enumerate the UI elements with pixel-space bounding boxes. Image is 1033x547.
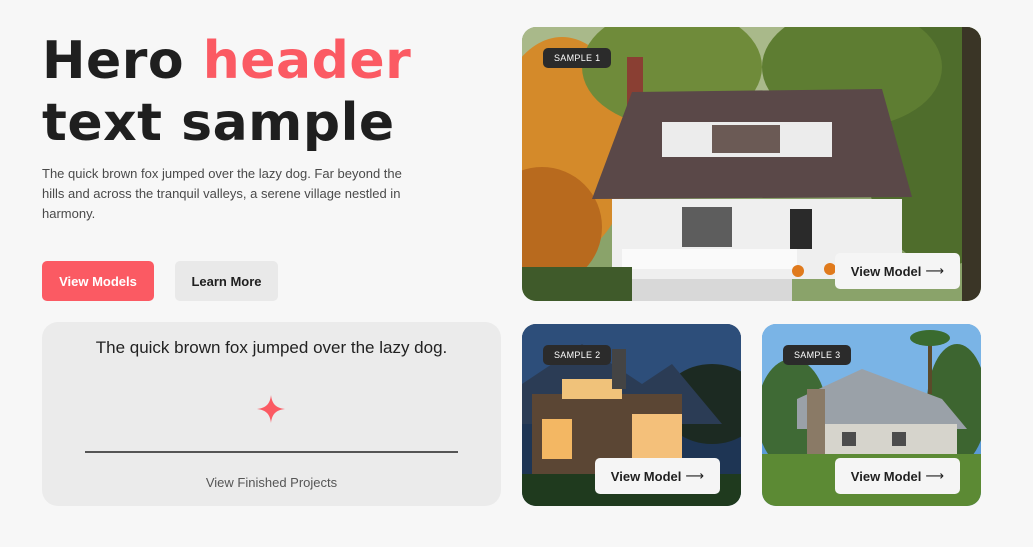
hero-title-accent: header [202,31,412,91]
sample-badge: SAMPLE 2 [543,345,612,365]
hero-description: The quick brown fox jumped over the lazy… [42,166,402,221]
sample-card-3[interactable]: SAMPLE 3 View Model ⟶ [762,324,981,506]
view-model-button-3[interactable]: View Model ⟶ [834,458,960,494]
quote-card: The quick brown fox jumped over the lazy… [42,322,501,506]
hero-title-word: Hero [42,31,185,91]
view-finished-projects-link[interactable]: View Finished Projects [42,475,501,490]
arrow-right-icon: ⟶ [685,468,704,484]
sample-card-1[interactable]: SAMPLE 1 View Model ⟶ [522,27,981,301]
view-model-label: View Model [610,468,682,484]
arrow-right-icon: ⟶ [925,468,944,484]
hero-title: Hero header text sample [42,30,482,154]
sparkle-icon [257,395,285,423]
divider [85,451,458,453]
view-model-button-2[interactable]: View Model ⟶ [594,458,720,494]
view-model-button-1[interactable]: View Model ⟶ [834,253,960,289]
hero-title-line2: text sample [42,93,395,153]
view-model-label: View Model [850,468,922,484]
view-models-button[interactable]: View Models [42,261,154,301]
arrow-right-icon: ⟶ [925,263,944,279]
view-model-label: View Model [850,263,922,279]
sample-card-2[interactable]: SAMPLE 2 View Model ⟶ [522,324,741,506]
sample-badge: SAMPLE 1 [543,48,612,68]
quote-text: The quick brown fox jumped over the lazy… [95,338,448,357]
learn-more-button[interactable]: Learn More [175,261,278,301]
sample-badge: SAMPLE 3 [783,345,852,365]
